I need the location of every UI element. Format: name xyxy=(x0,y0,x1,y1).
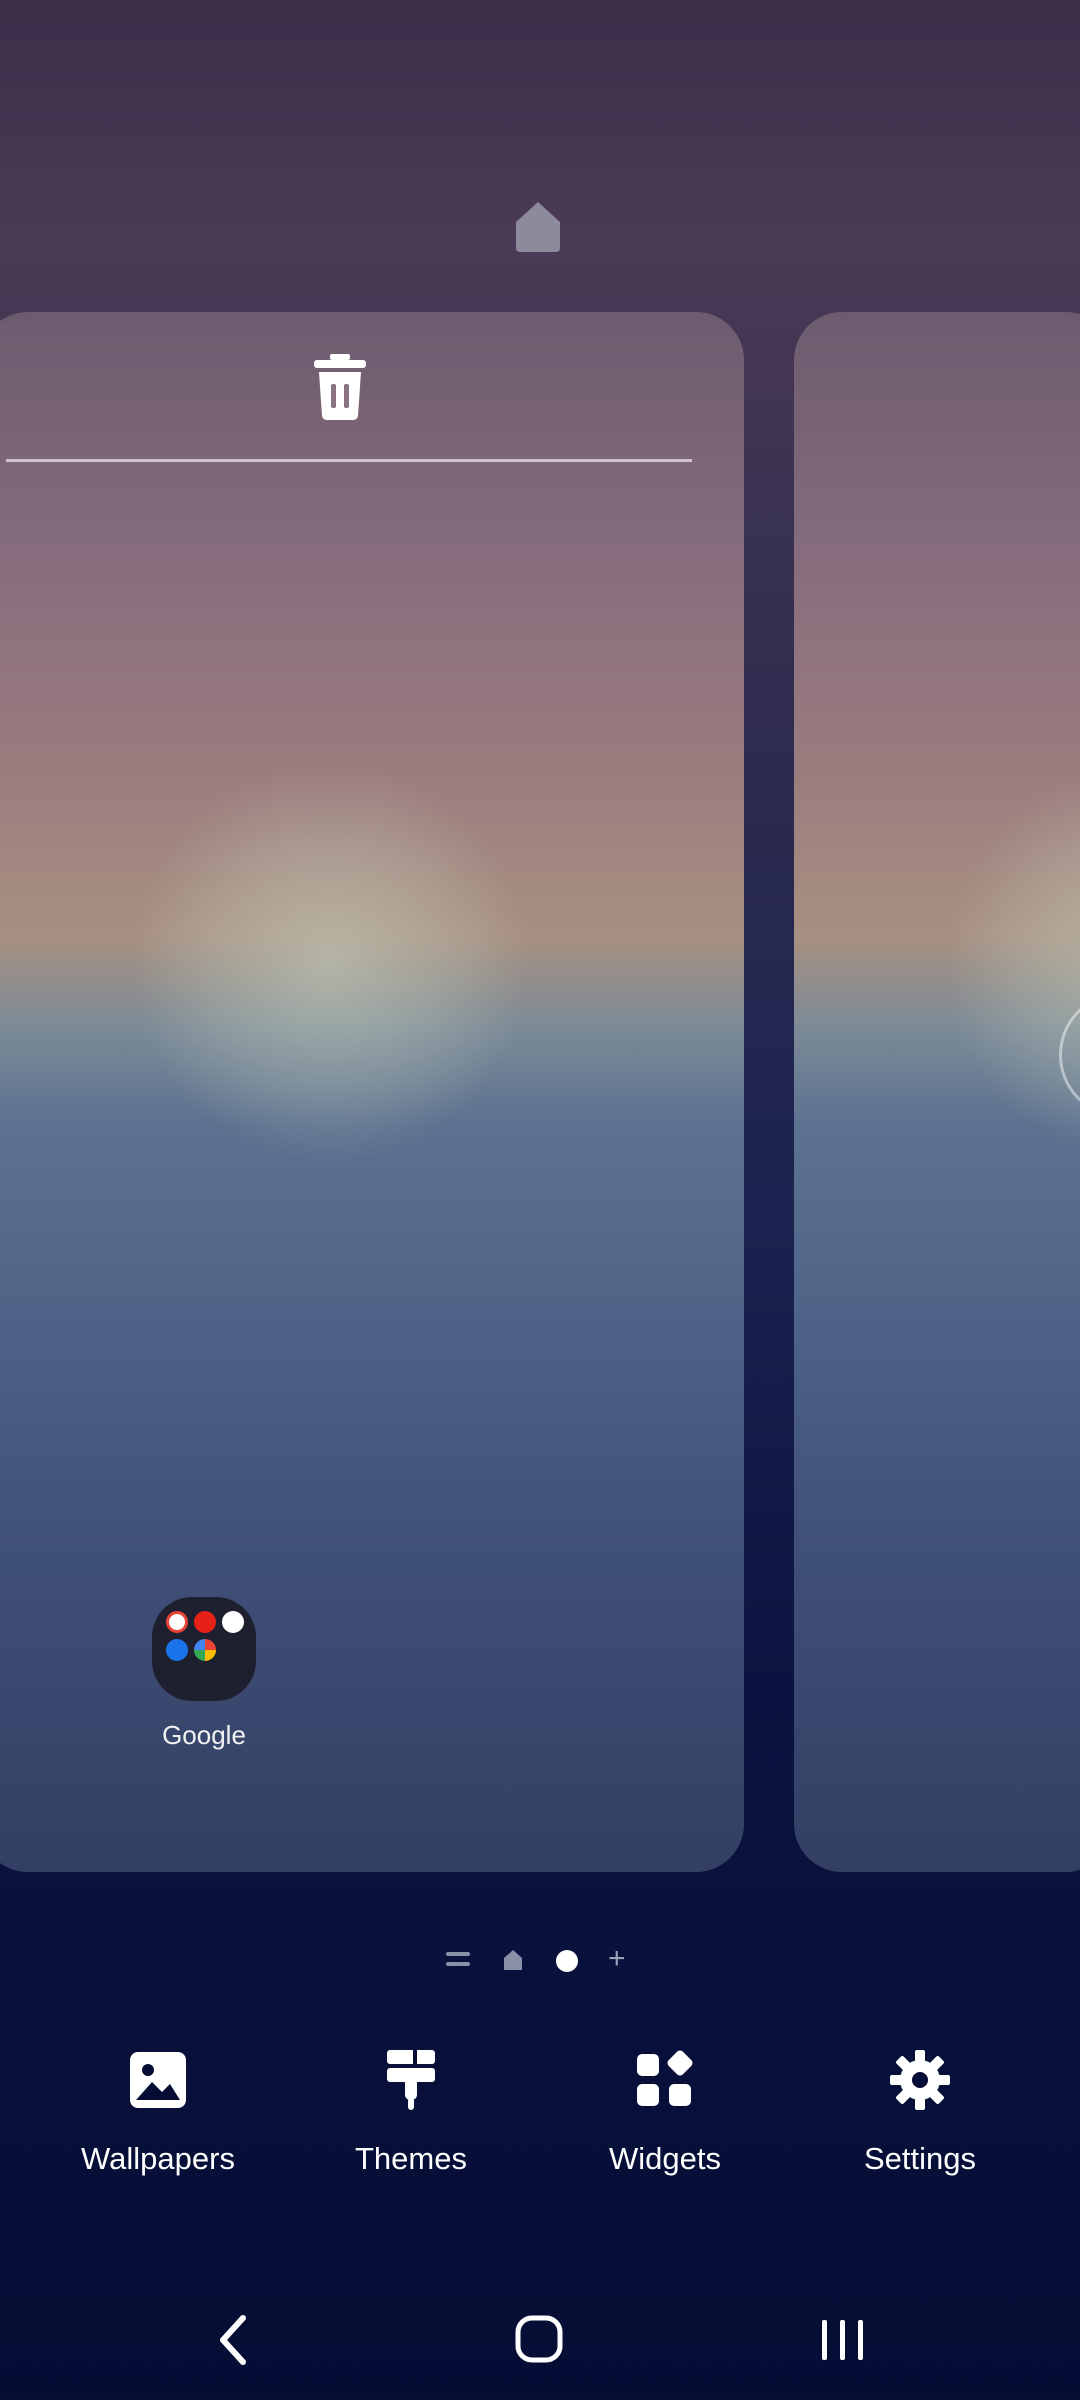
photos-icon xyxy=(194,1639,216,1661)
wallpapers-label: Wallpapers xyxy=(81,2141,235,2176)
themes-label: Themes xyxy=(355,2141,467,2176)
google-icon xyxy=(166,1611,188,1633)
page-divider xyxy=(6,459,692,462)
delete-page-icon[interactable] xyxy=(310,352,370,422)
default-home-page-icon[interactable] xyxy=(508,198,568,258)
widgets-button[interactable]: Widgets xyxy=(555,2040,775,2177)
next-page-card[interactable] xyxy=(794,312,1080,1872)
paintbrush-icon xyxy=(387,2050,435,2110)
youtube-icon xyxy=(194,1611,216,1633)
current-page-dot[interactable] xyxy=(556,1950,578,1972)
widgets-label: Widgets xyxy=(609,2141,721,2176)
page-indicator: + xyxy=(0,1940,1080,1980)
settings-button[interactable]: Settings xyxy=(810,2040,1030,2177)
menu-icon[interactable] xyxy=(446,1952,470,1970)
widgets-icon xyxy=(637,2050,693,2106)
drive-icon xyxy=(222,1611,244,1633)
recents-icon[interactable] xyxy=(782,2300,902,2380)
gear-icon xyxy=(890,2050,950,2110)
navigation-bar xyxy=(0,2300,1080,2380)
home-icon[interactable] xyxy=(478,2300,598,2380)
wallpaper-icon xyxy=(130,2052,186,2108)
folder-label: Google xyxy=(162,1720,246,1750)
add-page-icon[interactable]: + xyxy=(608,1942,626,1976)
home-page-card[interactable]: Google xyxy=(0,312,744,1872)
meet-icon xyxy=(166,1639,188,1661)
back-icon[interactable] xyxy=(175,2300,295,2380)
themes-button[interactable]: Themes xyxy=(301,2040,521,2177)
home-icon[interactable] xyxy=(502,1948,524,1972)
wallpapers-button[interactable]: Wallpapers xyxy=(48,2040,268,2177)
edit-actions-bar: Wallpapers Themes Widgets Settings xyxy=(0,2040,1080,2210)
google-folder[interactable] xyxy=(152,1597,256,1701)
widget-ring xyxy=(1059,992,1080,1118)
settings-label: Settings xyxy=(863,2141,976,2176)
